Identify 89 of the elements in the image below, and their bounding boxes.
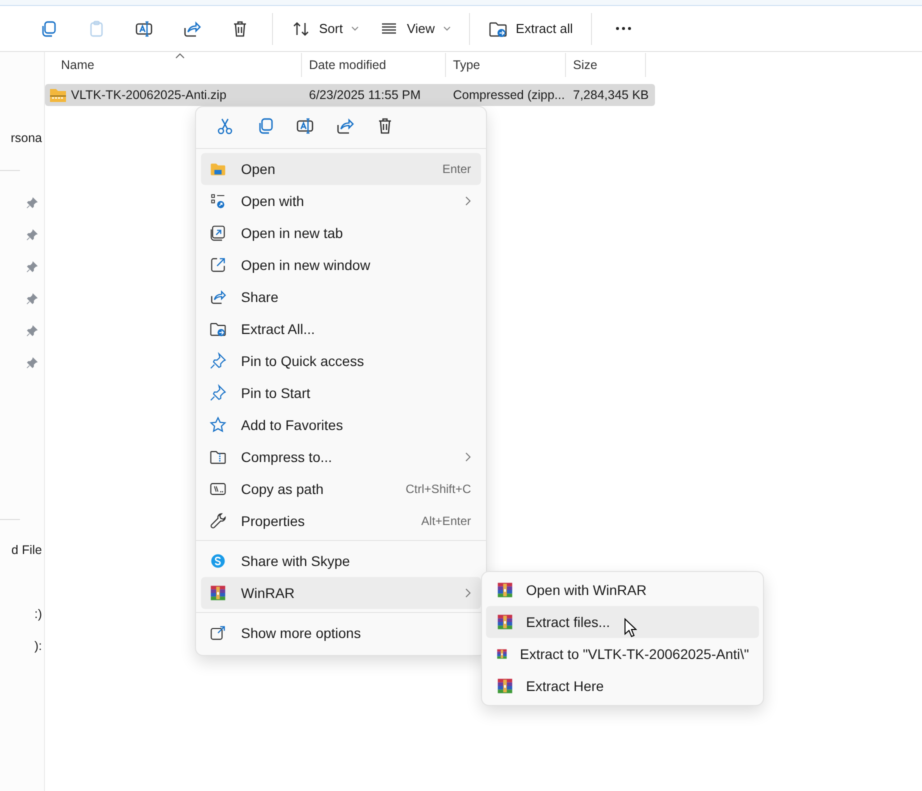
nav-item[interactable]: d File <box>11 538 44 562</box>
mouse-pointer-icon <box>624 618 637 638</box>
sort-button[interactable]: Sort <box>283 12 367 46</box>
pin-icon <box>26 197 38 209</box>
external-window-icon <box>209 624 227 642</box>
menu-label: Extract files... <box>526 614 610 630</box>
menu-label: Share with Skype <box>241 553 351 569</box>
nav-item[interactable]: ): <box>34 634 44 658</box>
more-icon <box>616 27 632 30</box>
menu-label: Open with <box>241 193 306 209</box>
menu-label: Show more options <box>241 625 362 641</box>
zip-folder-icon <box>49 87 67 103</box>
menu-item[interactable]: Open with <box>201 185 481 217</box>
menu-label: Open in new tab <box>241 225 344 241</box>
zip-folder-icon <box>209 448 227 466</box>
winrar-icon <box>209 584 227 602</box>
menu-label: Extract Here <box>526 678 604 694</box>
menu-label: Open in new window <box>241 257 372 273</box>
menu-item[interactable]: Extract Here <box>486 670 759 702</box>
column-header[interactable]: Type <box>446 53 566 77</box>
menu-item[interactable]: Properties Alt+Enter <box>201 505 481 537</box>
menu-item[interactable]: Pin to Start <box>201 377 481 409</box>
menu-item[interactable]: Add to Favorites <box>201 409 481 441</box>
nav-item[interactable]: :) <box>34 602 44 626</box>
pin-icon <box>209 384 227 402</box>
menu-item[interactable]: Extract to "VLTK-TK-20062025-Anti\" <box>486 638 759 670</box>
table-cell-text: Compressed (zipp... <box>452 87 566 104</box>
shortcut-text: Alt+Enter <box>421 514 471 528</box>
pin-icon <box>26 229 38 241</box>
column-header[interactable]: Size <box>566 53 646 77</box>
file-row[interactable]: VLTK-TK-20062025-Anti.zip 6/23/2025 11:55 PM Compressed (zipp... 7,284,345 KB <box>45 84 655 106</box>
star-icon <box>209 416 227 434</box>
table-cell-text: 6/23/2025 11:55 PM <box>308 87 422 104</box>
menu-item[interactable]: Pin to Quick access <box>201 345 481 377</box>
new-tab-icon <box>209 224 227 242</box>
share-icon <box>209 288 227 306</box>
menu-label: Open with WinRAR <box>526 582 647 598</box>
nav-item[interactable]: rsona <box>10 126 44 150</box>
rename-icon <box>295 116 315 136</box>
menu-item[interactable]: Extract All... <box>201 313 481 345</box>
menu-item[interactable]: Open Enter <box>201 153 481 185</box>
extract-all-button[interactable]: Extract all <box>480 12 581 46</box>
file-name: VLTK-TK-20062025-Anti.zip <box>71 88 226 102</box>
menu-label: Extract to "VLTK-TK-20062025-Anti\" <box>520 646 749 662</box>
new-window-icon <box>209 256 227 274</box>
pin-icon <box>26 293 38 305</box>
shortcut-text: Ctrl+Shift+C <box>406 482 471 496</box>
pin-icon <box>26 261 38 273</box>
pin-icon <box>26 357 38 369</box>
menu-label: Compress to... <box>241 449 334 465</box>
path-icon <box>209 480 227 498</box>
winrar-icon <box>496 581 514 599</box>
menu-label: Copy as path <box>241 481 324 497</box>
menu-label: Pin to Quick access <box>241 353 365 369</box>
menu-item[interactable]: Compress to... <box>201 441 481 473</box>
view-button[interactable]: View <box>370 12 459 46</box>
menu-item[interactable]: Extract files... <box>486 606 759 638</box>
menu-item[interactable]: Open in new window <box>201 249 481 281</box>
menu-label: Add to Favorites <box>241 417 344 433</box>
winrar-icon <box>496 677 514 695</box>
caret-icon <box>350 26 359 32</box>
menu-item[interactable]: Show more options <box>201 617 481 649</box>
menu-item[interactable]: Open in new tab <box>201 217 481 249</box>
pin-icon <box>209 352 227 370</box>
folder-extract-icon <box>209 320 227 338</box>
shortcut-text: Enter <box>442 162 471 176</box>
winrar-icon <box>496 613 514 631</box>
menu-item[interactable]: Share <box>201 281 481 313</box>
menu-label: Extract All... <box>241 321 316 337</box>
menu-item[interactable]: Open with WinRAR <box>486 574 759 606</box>
skype-icon <box>209 552 227 570</box>
menu-item[interactable]: Copy as path Ctrl+Shift+C <box>201 473 481 505</box>
menu-label: Open <box>241 161 276 177</box>
menu-item[interactable]: WinRAR <box>201 577 481 609</box>
cut-icon <box>215 116 235 136</box>
open-with-icon <box>209 192 227 210</box>
table-cell-text: 7,284,345 KB <box>572 87 650 104</box>
caret-icon <box>442 26 451 32</box>
menu-label: Properties <box>241 513 306 529</box>
column-header[interactable]: Name <box>45 53 302 77</box>
share-icon <box>335 116 355 136</box>
menu-label: WinRAR <box>241 585 296 601</box>
pin-icon <box>26 325 38 337</box>
wrench-icon <box>209 512 227 530</box>
menu-item[interactable]: Share with Skype <box>201 545 481 577</box>
rename-icon <box>134 18 154 38</box>
menu-label: Share <box>241 289 280 305</box>
column-header[interactable]: Date modified <box>302 53 446 77</box>
menu-label: Pin to Start <box>241 385 312 401</box>
